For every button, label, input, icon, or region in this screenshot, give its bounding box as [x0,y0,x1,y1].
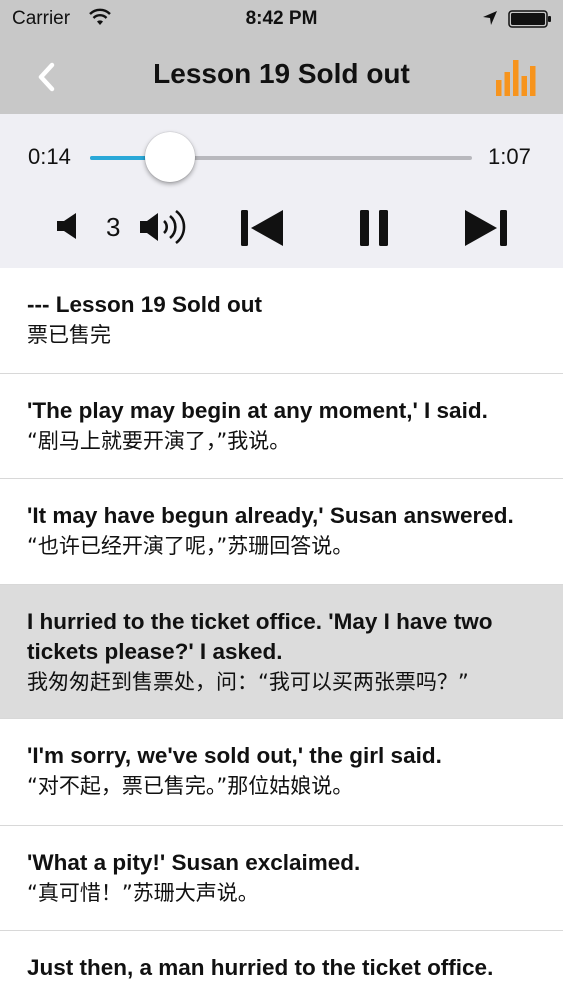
wifi-icon [89,8,111,25]
sentence-english: 'It may have begun already,' Susan answe… [27,503,514,528]
volume-up-icon[interactable] [138,208,190,246]
pause-icon[interactable] [358,208,390,248]
location-arrow-icon [483,11,497,25]
volume-level: 3 [106,212,121,242]
total-time: 1:07 [488,144,531,169]
equalizer-bars-icon[interactable] [494,54,538,98]
battery-icon [508,10,551,28]
sentence-chinese: “真可惜！”苏珊大声说。 [27,881,259,905]
sentence-row[interactable]: 'I'm sorry, we've sold out,' the girl sa… [0,719,563,826]
audio-player: 0:14 1:07 3 [0,114,563,268]
status-bar: Carrier 8:42 PM [0,0,563,38]
sentence-chinese: “对不起，票已售完。”那位姑娘说。 [27,774,354,798]
navigation-bar: Lesson 19 Sold out [0,38,563,114]
sentence-chinese: 票已售完 [27,323,111,347]
sentence-row[interactable]: 'What a pity!' Susan exclaimed. “真可惜！”苏珊大… [0,826,563,931]
sentence-english: 'What a pity!' Susan exclaimed. [27,850,361,875]
sentence-row[interactable]: Just then, a man hurried to the ticket o… [0,931,563,1000]
sentence-row[interactable]: I hurried to the ticket office. 'May I h… [0,585,563,719]
next-track-icon[interactable] [464,208,508,248]
sentence-english: I hurried to the ticket office. 'May I h… [27,609,493,664]
sentence-row[interactable]: 'The play may begin at any moment,' I sa… [0,374,563,479]
sentence-row[interactable]: --- Lesson 19 Sold out 票已售完 [0,268,563,374]
clock: 8:42 PM [245,8,318,29]
sentence-english: 'I'm sorry, we've sold out,' the girl sa… [27,743,442,768]
sentence-english: 'The play may begin at any moment,' I sa… [27,398,488,423]
carrier-label: Carrier [12,8,71,29]
sentence-chinese: “剧马上就要开演了，”我说。 [27,429,291,453]
previous-track-icon[interactable] [240,208,284,248]
sentence-chinese: “也许已经开演了呢，”苏珊回答说。 [27,534,354,558]
sentence-english: Just then, a man hurried to the ticket o… [27,955,494,980]
sentence-english: --- Lesson 19 Sold out [27,292,263,317]
sentence-chinese: 我匆匆赶到售票处，问：“我可以买两张票吗？” [27,670,469,694]
page-title: Lesson 19 Sold out [153,58,410,89]
volume-down-icon[interactable] [54,210,84,242]
sentence-list: --- Lesson 19 Sold out 票已售完 'The play may … [0,268,563,1000]
back-chevron-icon[interactable] [32,60,62,94]
sentence-row[interactable]: 'It may have begun already,' Susan answe… [0,479,563,585]
progress-thumb[interactable] [145,132,196,182]
current-time: 0:14 [28,144,71,169]
